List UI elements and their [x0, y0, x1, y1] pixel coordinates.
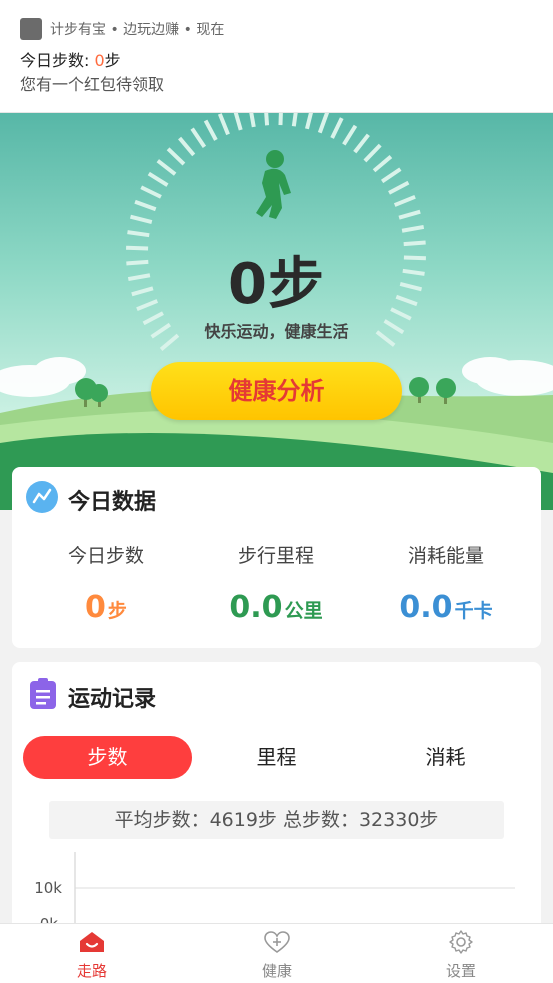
stat-energy-label: 消耗能量: [407, 545, 484, 567]
notification-banner[interactable]: 计步有宝 • 边玩边赚 • 现在 今日步数: 0步 您有一个红包待领取: [0, 0, 553, 113]
stat-energy-value: 0.0 千卡: [358, 590, 534, 625]
dial-tick: [264, 113, 270, 126]
dial-tick: [203, 119, 218, 141]
dial-tick: [353, 133, 370, 154]
dial-tick: [380, 167, 402, 184]
steps-chart: 10k 0k: [34, 852, 515, 932]
dial-tick: [305, 113, 313, 130]
dial-tick: [166, 147, 186, 166]
dial-tick: [401, 224, 425, 233]
dial-tick: [398, 209, 421, 220]
stat-distance-unit: 公里: [284, 600, 323, 622]
steps-summary: 平均步数：4619步 总步数：32330步: [49, 801, 504, 839]
nav-label-walk: 走路: [76, 962, 107, 980]
dial-tick: [127, 230, 150, 238]
stat-energy: 消耗能量 0.0 千卡: [358, 541, 534, 625]
dial-tick: [190, 127, 207, 149]
notification-steps-value: 0: [94, 51, 105, 70]
dial-tick: [129, 214, 153, 224]
stat-distance-label: 步行里程: [237, 545, 314, 567]
dial-tick: [363, 143, 382, 163]
slogan-text: 快乐运动，健康生活: [204, 322, 349, 341]
dial-tick: [140, 185, 162, 199]
health-analysis-button[interactable]: 健康分析: [151, 362, 402, 420]
today-data-title: 今日数据: [68, 490, 157, 515]
dial-tick: [291, 113, 298, 127]
dial-tick: [217, 113, 230, 136]
stat-steps-number: 0: [85, 590, 106, 625]
tab-distance[interactable]: 里程: [192, 736, 361, 779]
dial-tick: [330, 117, 344, 139]
notification-steps-suffix: 步: [104, 51, 121, 70]
app-icon: [20, 18, 42, 40]
dial-tick: [134, 199, 157, 212]
clipboard-icon: [30, 678, 56, 709]
gear-icon: [449, 930, 473, 954]
stat-distance-number: 0.0: [229, 590, 283, 625]
today-steps-display: 0步: [228, 252, 325, 317]
dial-tick: [249, 113, 256, 128]
heart-plus-icon: [264, 931, 290, 953]
nav-item-health[interactable]: 健康: [237, 930, 317, 981]
chart-tick-10k: 10k: [34, 879, 62, 897]
stat-energy-unit: 千卡: [454, 600, 493, 622]
stat-distance: 步行里程 0.0 公里: [188, 541, 364, 625]
dial-tick: [342, 124, 358, 146]
dial-tick: [393, 194, 416, 207]
nav-item-settings[interactable]: 设置: [421, 930, 501, 981]
stat-steps-value: 0步: [18, 590, 194, 625]
step-hero: 0步 快乐运动，健康生活 健康分析: [0, 113, 553, 510]
notification-steps-line: 今日步数: 0步: [20, 47, 121, 71]
today-data-card: 今日数据 今日步数 0步 步行里程 0.0 公里 消耗能量 0.0 千卡: [12, 467, 541, 648]
walking-person-icon: [256, 150, 291, 219]
tab-energy[interactable]: 消耗: [361, 736, 530, 779]
records-title: 运动记录: [68, 687, 157, 712]
dial-tick: [317, 113, 330, 134]
notification-redpacket-text: 您有一个红包待领取: [20, 75, 165, 94]
dial-tick: [233, 113, 243, 131]
stat-steps-unit: 步: [107, 600, 127, 622]
dial-tick: [278, 113, 283, 126]
exercise-records-card: 运动记录 步数 里程 消耗 平均步数：4619步 总步数：32330步 10k …: [12, 662, 541, 932]
stat-energy-number: 0.0: [399, 590, 453, 625]
records-tabs: 步数 里程 消耗: [23, 736, 530, 779]
dial-tick: [156, 159, 177, 176]
notification-steps-prefix: 今日步数:: [20, 51, 95, 70]
dial-tick: [178, 136, 196, 157]
trend-icon: [26, 481, 58, 513]
stat-distance-value: 0.0 公里: [188, 590, 364, 625]
tab-steps[interactable]: 步数: [23, 736, 192, 779]
dial-tick: [147, 171, 169, 187]
stat-steps: 今日步数 0步: [18, 541, 194, 625]
stat-steps-label: 今日步数: [67, 545, 144, 567]
bottom-navigation: 走路 健康 设置: [0, 923, 553, 983]
nav-label-settings: 设置: [445, 962, 476, 980]
nav-label-health: 健康: [261, 962, 292, 980]
home-icon: [80, 932, 104, 952]
notification-meta: 计步有宝 • 边玩边赚 • 现在: [50, 22, 225, 38]
nav-item-walk[interactable]: 走路: [52, 930, 132, 981]
dial-tick: [388, 180, 410, 195]
dial-tick: [372, 155, 393, 173]
